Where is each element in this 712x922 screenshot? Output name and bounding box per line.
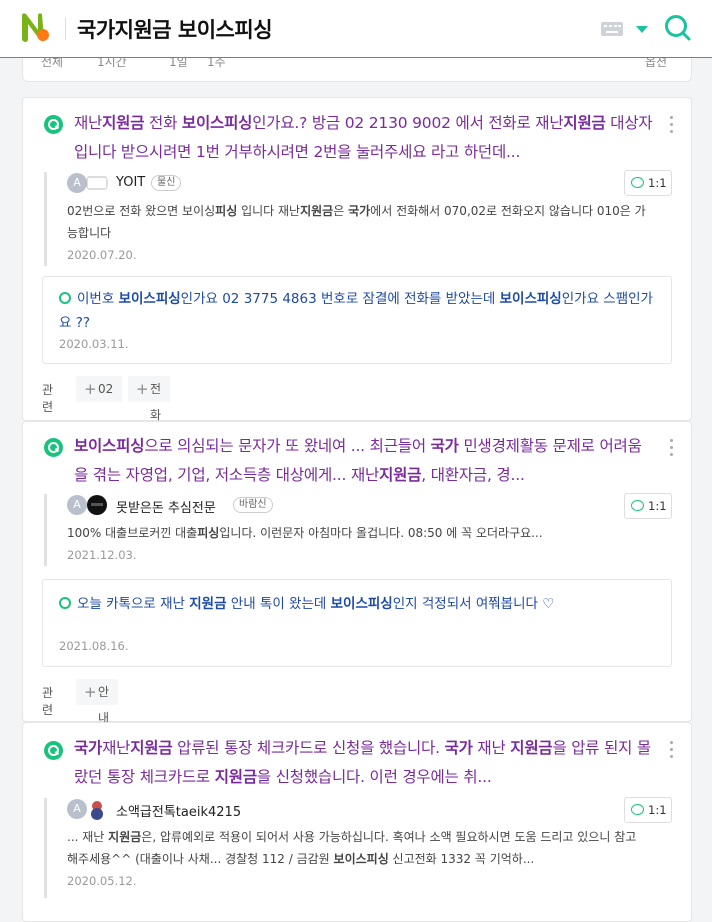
tags-label: 관련 xyxy=(42,686,54,717)
search-icon[interactable] xyxy=(664,14,692,42)
answer-text[interactable]: ... 재난 지원금은, 압류예외로 적용이 되어서 사용 가능하십니다. 혹여… xyxy=(67,826,647,870)
result-title[interactable]: 재난지원금 전화 보이스피싱인가요.? 방금 02 2130 9002 에서 전… xyxy=(74,109,654,167)
answer-block: A 못받은돈 추심전문 바람신 100% 대출브로커낀 대출피싱입니다. 이런문… xyxy=(44,494,674,566)
question-mark-icon xyxy=(59,292,71,304)
result-title[interactable]: 국가재난지원금 압류된 통장 체크카드로 신청을 했습니다. 국가 재난 지원금… xyxy=(74,734,654,792)
answerer-badge: 바람신 xyxy=(233,497,273,513)
more-icon[interactable] xyxy=(670,439,674,457)
answer-text[interactable]: 02번으로 전화 왔으면 보이싱피싱 입니다 재난지원금은 국가에서 전화해서 … xyxy=(67,200,647,244)
profile-image-icon xyxy=(86,176,108,190)
reply-count-button[interactable]: 1:1 xyxy=(624,493,672,519)
answerer-badge: 물신 xyxy=(151,175,182,191)
related-question-date: 2021.08.16. xyxy=(59,639,129,653)
answer-date: 2020.07.20. xyxy=(67,248,137,262)
answerer-name[interactable]: YOIT xyxy=(116,175,145,190)
tag-item[interactable]: 02 xyxy=(76,376,123,402)
answer-block: A YOIT 물신 02번으로 전화 왔으면 보이싱피싱 입니다 재난지원금은 … xyxy=(44,172,674,266)
related-question-title[interactable]: 오늘 카톡으로 재난 지원금 안내 톡이 왔는데 보이스피싱인지 걱정되서 여쭤… xyxy=(59,592,659,616)
result-card: 국가재난지원금 압류된 통장 체크카드로 신청을 했습니다. 국가 재난 지원금… xyxy=(22,722,692,922)
reply-count-button[interactable]: 1:1 xyxy=(624,797,672,823)
answer-date: 2020.05.12. xyxy=(67,874,137,888)
profile-image-icon xyxy=(91,801,103,820)
reply-count-button[interactable]: 1:1 xyxy=(624,170,672,196)
avatar: A xyxy=(67,495,87,515)
more-icon[interactable] xyxy=(670,116,674,134)
more-icon[interactable] xyxy=(670,741,674,759)
avatar: A xyxy=(67,173,87,193)
keyboard-icon[interactable] xyxy=(601,22,623,36)
question-icon xyxy=(44,741,63,760)
search-header: 국가지원금 보이스피싱 xyxy=(0,0,712,58)
answer-text[interactable]: 100% 대출브로커낀 대출피싱입니다. 이런문자 아침마다 올겁니다. 08:… xyxy=(67,522,647,544)
tag-item[interactable]: 전화 xyxy=(128,376,171,422)
question-icon xyxy=(44,115,63,134)
tag-item[interactable]: 안내 xyxy=(76,679,119,725)
result-card: 재난지원금 전화 보이스피싱인가요.? 방금 02 2130 9002 에서 전… xyxy=(22,97,692,422)
header-divider xyxy=(65,18,66,40)
result-card: 보이스피싱으로 의심되는 문자가 또 왔네여 ... 최근들어 국가 민생경제활… xyxy=(22,421,692,725)
question-icon xyxy=(44,438,63,457)
chevron-down-icon[interactable] xyxy=(636,26,648,33)
question-mark-icon xyxy=(59,597,71,609)
result-title[interactable]: 보이스피싱으로 의심되는 문자가 또 왔네여 ... 최근들어 국가 민생경제활… xyxy=(74,432,654,490)
tags-label: 관련 xyxy=(42,383,54,414)
answerer-name[interactable]: 못받은돈 추심전문 xyxy=(116,497,216,516)
related-question-date: 2020.03.11. xyxy=(59,337,129,351)
related-question-title[interactable]: 이번호 보이스피싱인가요 02 3775 4863 번호로 잠결에 전화를 받았… xyxy=(59,287,659,335)
related-question[interactable]: 오늘 카톡으로 재난 지원금 안내 톡이 왔는데 보이스피싱인지 걱정되서 여쭤… xyxy=(42,579,672,667)
avatar: A xyxy=(67,799,87,819)
answer-block: A 소액급전톡taeik4215 ... 재난 지원금은, 압류예외로 적용이 … xyxy=(44,798,674,898)
profile-image-icon xyxy=(87,495,107,515)
answer-date: 2021.12.03. xyxy=(67,548,137,562)
answerer-name[interactable]: 소액급전톡taeik4215 xyxy=(116,801,241,820)
related-question[interactable]: 이번호 보이스피싱인가요 02 3775 4863 번호로 잠결에 전화를 받았… xyxy=(42,276,672,364)
naver-logo[interactable] xyxy=(18,10,52,44)
search-query[interactable]: 국가지원금 보이스피싱 xyxy=(77,14,273,44)
